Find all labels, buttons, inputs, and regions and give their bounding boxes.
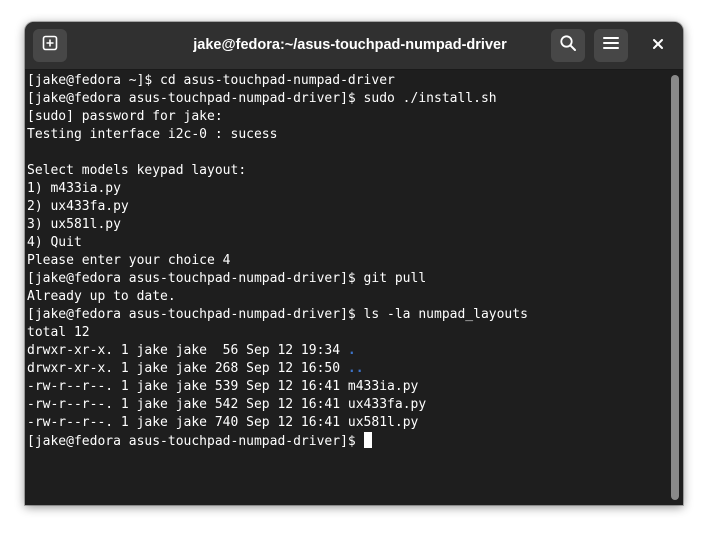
terminal-line: 4) Quit <box>27 235 82 250</box>
listing-row: drwxr-xr-x. 1 jake jake 56 Sep 12 19:34 … <box>27 342 667 360</box>
terminal-window: jake@fedora:~/asus-touchpad-numpad-drive… <box>25 22 683 505</box>
listing-meta: -rw-r--r--. 1 jake jake 542 Sep 12 16:41 <box>27 397 348 412</box>
terminal-line: [sudo] password for jake: <box>27 109 223 124</box>
listing-meta: -rw-r--r--. 1 jake jake 539 Sep 12 16:41 <box>27 379 348 394</box>
terminal-output[interactable]: [jake@fedora ~]$ cd asus-touchpad-numpad… <box>25 70 667 505</box>
text-cursor <box>363 432 372 448</box>
close-button[interactable] <box>641 29 675 62</box>
terminal-line: Testing interface i2c-0 : sucess <box>27 127 278 142</box>
terminal-line: [jake@fedora asus-touchpad-numpad-driver… <box>27 271 427 286</box>
listing-name: m433ia.py <box>347 379 419 394</box>
new-tab-icon <box>42 35 58 56</box>
listing-meta: -rw-r--r--. 1 jake jake 740 Sep 12 16:41 <box>27 415 348 430</box>
listing-meta: drwxr-xr-x. 1 jake jake 268 Sep 12 16:50 <box>27 361 348 376</box>
hamburger-menu-icon <box>603 36 619 55</box>
listing-name: ux433fa.py <box>347 397 427 412</box>
header-bar: jake@fedora:~/asus-touchpad-numpad-drive… <box>25 22 683 70</box>
terminal-line: Already up to date. <box>27 289 176 304</box>
terminal-line: Please enter your choice 4 <box>27 253 231 268</box>
close-icon <box>652 37 664 55</box>
terminal-line: total 12 <box>27 325 90 340</box>
terminal-line: [jake@fedora asus-touchpad-numpad-driver… <box>27 307 528 322</box>
new-tab-button[interactable] <box>33 29 67 62</box>
prompt-line[interactable]: [jake@fedora asus-touchpad-numpad-driver… <box>27 432 667 450</box>
vertical-scrollbar[interactable] <box>667 70 683 505</box>
menu-button[interactable] <box>594 29 628 62</box>
terminal-line: Select models keypad layout: <box>27 163 247 178</box>
listing-name: .. <box>347 361 364 376</box>
listing-row: -rw-r--r--. 1 jake jake 539 Sep 12 16:41… <box>27 378 667 396</box>
scrollbar-thumb[interactable] <box>671 75 679 500</box>
window-title: jake@fedora:~/asus-touchpad-numpad-drive… <box>193 37 507 53</box>
listing-row: -rw-r--r--. 1 jake jake 740 Sep 12 16:41… <box>27 414 667 432</box>
listing-name: ux581l.py <box>347 415 419 430</box>
terminal-line: 1) m433ia.py <box>27 181 121 196</box>
terminal-line: 2) ux433fa.py <box>27 199 129 214</box>
search-icon <box>559 34 577 57</box>
shell-prompt: [jake@fedora asus-touchpad-numpad-driver… <box>27 434 364 449</box>
terminal-line: [jake@fedora ~]$ cd asus-touchpad-numpad… <box>27 73 395 88</box>
listing-name: . <box>347 343 356 358</box>
terminal-line: [jake@fedora asus-touchpad-numpad-driver… <box>27 91 497 106</box>
listing-row: drwxr-xr-x. 1 jake jake 268 Sep 12 16:50… <box>27 360 667 378</box>
search-button[interactable] <box>551 29 585 62</box>
terminal-line: 3) ux581l.py <box>27 217 121 232</box>
listing-meta: drwxr-xr-x. 1 jake jake 56 Sep 12 19:34 <box>27 343 348 358</box>
listing-row: -rw-r--r--. 1 jake jake 542 Sep 12 16:41… <box>27 396 667 414</box>
